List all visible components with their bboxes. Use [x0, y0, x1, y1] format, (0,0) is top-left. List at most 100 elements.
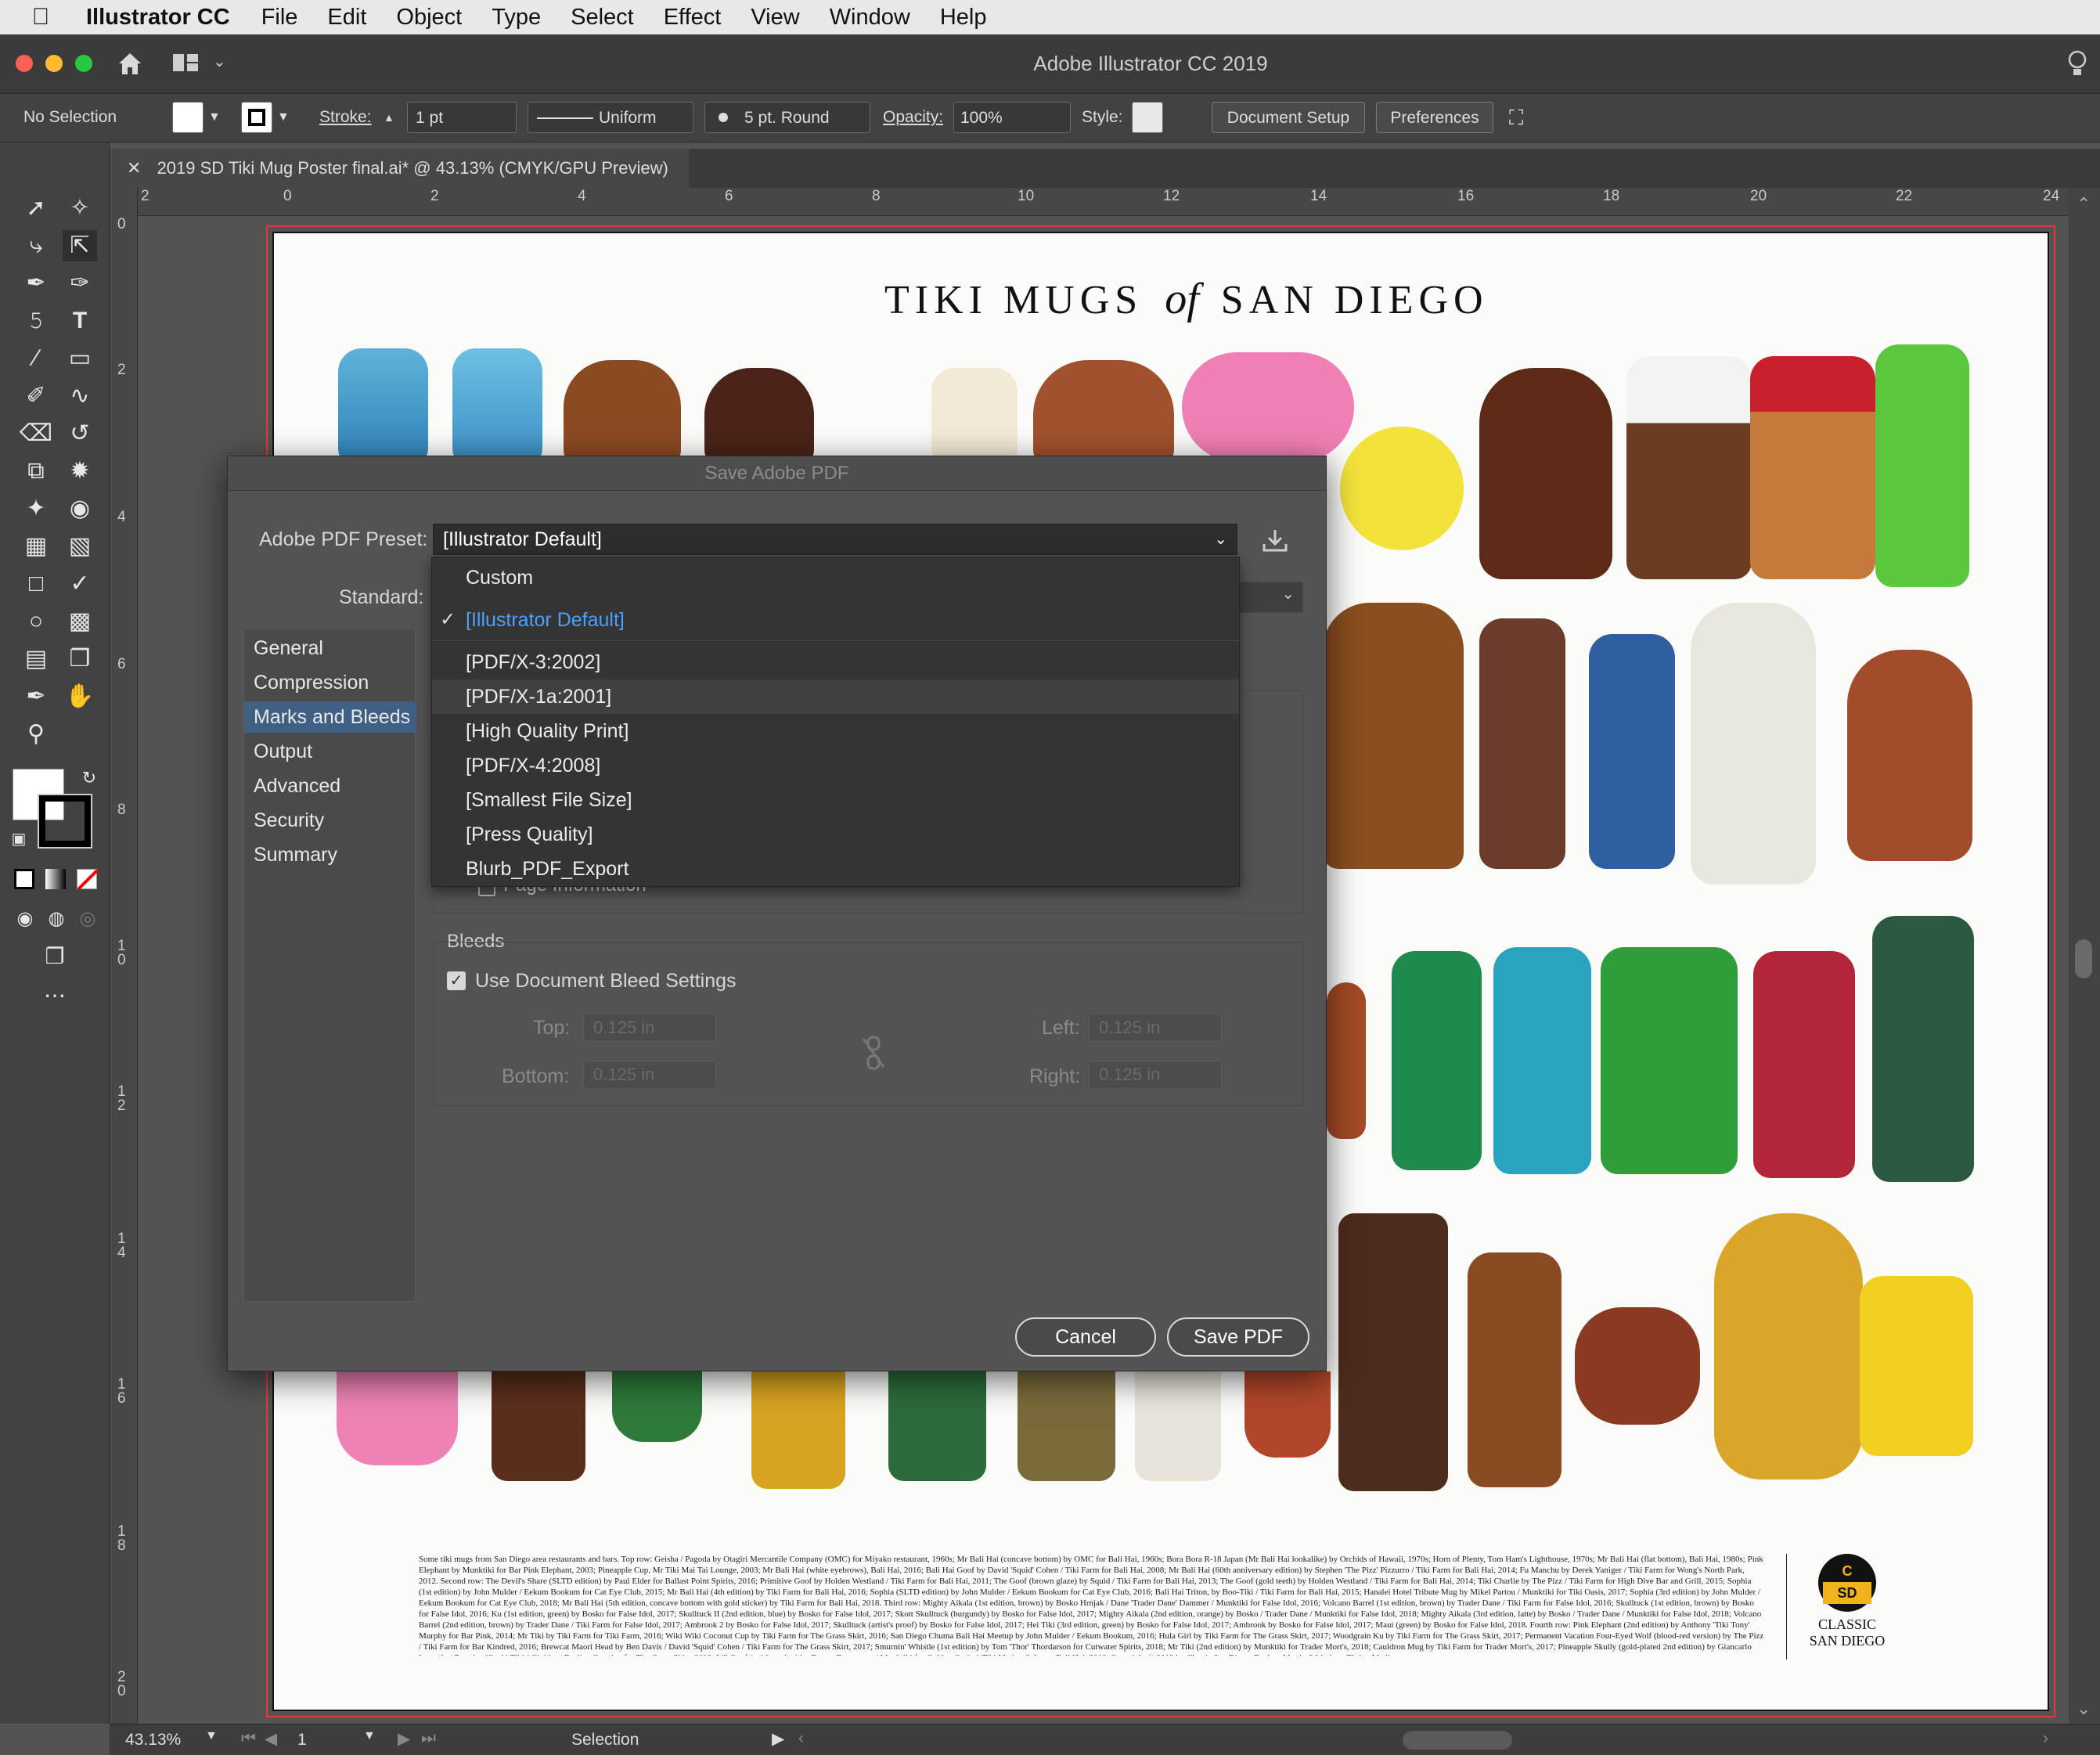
- chevron-down-icon[interactable]: ▼: [363, 1729, 376, 1743]
- graphic-style-swatch[interactable]: [1132, 102, 1163, 133]
- type-on-path-icon[interactable]: 𝟻: [19, 305, 53, 337]
- status-menu-icon[interactable]: ▶: [772, 1729, 784, 1749]
- next-artboard-icon[interactable]: ▶: [398, 1729, 410, 1749]
- pen-tool-icon[interactable]: ✒: [19, 268, 53, 299]
- scrollbar-thumb[interactable]: [2075, 939, 2092, 978]
- preset-option-pdfx3[interactable]: [PDF/X-3:2002]: [432, 645, 1239, 679]
- horizontal-ruler[interactable]: 2 0 2 4 6 8 10 12 14 16 18 20 22 24: [110, 188, 2069, 216]
- width-tool-icon[interactable]: ✹: [63, 456, 97, 487]
- cancel-button[interactable]: Cancel: [1015, 1317, 1156, 1357]
- document-tab[interactable]: ✕ 2019 SD Tiki Mug Poster final.ai* @ 43…: [110, 149, 689, 188]
- gradient-mode-icon[interactable]: [45, 869, 66, 889]
- preset-option-press-quality[interactable]: [Press Quality]: [432, 817, 1239, 852]
- screen-mode-icon[interactable]: ❐: [38, 941, 72, 972]
- magic-wand-icon[interactable]: ✧: [63, 193, 97, 224]
- puppet-warp-icon[interactable]: ✦: [19, 493, 53, 524]
- bleed-bottom-field[interactable]: 0.125 in: [583, 1061, 716, 1089]
- scroll-left-icon[interactable]: ‹: [798, 1729, 804, 1748]
- sidebar-item-advanced[interactable]: Advanced: [244, 770, 416, 802]
- bleed-top-field[interactable]: 0.125 in: [583, 1014, 716, 1042]
- menu-type[interactable]: Type: [492, 5, 541, 31]
- draw-inside-icon[interactable]: ◎: [70, 903, 105, 935]
- vertical-ruler[interactable]: 0 2 4 6 8 10 12 14 16 18 20: [110, 188, 138, 1724]
- stroke-color-swatch[interactable]: [38, 794, 92, 849]
- slice-tool-icon[interactable]: ✒: [19, 681, 53, 712]
- eraser-icon[interactable]: ⌫: [19, 418, 53, 449]
- opacity-label[interactable]: Opacity:: [883, 102, 943, 133]
- link-bleed-icon[interactable]: [862, 1036, 885, 1070]
- sidebar-item-compression[interactable]: Compression: [244, 667, 416, 698]
- sidebar-item-output[interactable]: Output: [244, 736, 416, 767]
- current-tool-status[interactable]: Selection: [571, 1731, 639, 1750]
- paintbrush-icon[interactable]: ✐: [19, 380, 53, 412]
- menu-select[interactable]: Select: [571, 5, 634, 31]
- menu-edit[interactable]: Edit: [327, 5, 366, 31]
- gradient-tool-icon[interactable]: □: [19, 568, 53, 600]
- vertical-scrollbar[interactable]: ⌃ ⌄: [2069, 188, 2100, 1724]
- zoom-tool-icon[interactable]: ⚲: [19, 719, 53, 750]
- preset-option-high-quality-print[interactable]: [High Quality Print]: [432, 714, 1239, 748]
- line-tool-icon[interactable]: ∕: [19, 343, 53, 374]
- preset-option-smallest-file-size[interactable]: [Smallest File Size]: [432, 783, 1239, 817]
- scroll-up-icon[interactable]: ⌃: [2077, 194, 2091, 214]
- scroll-right-icon[interactable]: ›: [2043, 1729, 2048, 1748]
- artboard-tool-icon[interactable]: ❐: [63, 643, 97, 675]
- more-tools-icon[interactable]: ⋯: [38, 980, 72, 1011]
- lightbulb-icon[interactable]: [2066, 49, 2088, 80]
- app-menu[interactable]: Illustrator CC: [86, 5, 230, 31]
- perspective-grid-icon[interactable]: ▦: [19, 531, 53, 562]
- brush-definition[interactable]: 5 pt. Round: [704, 102, 870, 133]
- menu-file[interactable]: File: [261, 5, 298, 31]
- sidebar-item-general[interactable]: General: [244, 632, 416, 664]
- default-colors-icon[interactable]: ▣: [2, 823, 36, 855]
- artboard-number[interactable]: 1: [297, 1731, 307, 1750]
- swap-colors-icon[interactable]: ↻: [72, 762, 106, 794]
- color-mode-icon[interactable]: [14, 869, 34, 889]
- shaper-tool-icon[interactable]: ∿: [63, 380, 97, 412]
- sidebar-item-summary[interactable]: Summary: [244, 839, 416, 870]
- use-document-bleed-checkbox[interactable]: ✓: [447, 971, 466, 990]
- close-tab-icon[interactable]: ✕: [127, 158, 141, 178]
- save-preset-icon[interactable]: [1261, 528, 1289, 553]
- type-tool-icon[interactable]: T: [63, 305, 97, 337]
- direct-selection-tool-icon[interactable]: ⇱: [63, 230, 97, 261]
- preset-option-pdfx4[interactable]: [PDF/X-4:2008]: [432, 748, 1239, 783]
- preset-option-custom[interactable]: Custom: [432, 560, 1239, 595]
- symbol-sprayer-icon[interactable]: ▩: [63, 606, 97, 637]
- preset-option-illustrator-default[interactable]: ✓ [Illustrator Default]: [432, 603, 1239, 637]
- horizontal-scrollbar-thumb[interactable]: [1403, 1731, 1512, 1750]
- column-graph-icon[interactable]: ▤: [19, 643, 53, 675]
- preset-option-blurb-pdf-export[interactable]: Blurb_PDF_Export: [432, 852, 1239, 886]
- align-icon[interactable]: ⛶: [1509, 102, 1523, 133]
- none-mode-icon[interactable]: [76, 868, 99, 892]
- chevron-down-icon[interactable]: ▼: [205, 1729, 218, 1743]
- chevron-down-icon[interactable]: ▼: [277, 102, 290, 133]
- pdf-preset-select[interactable]: [Illustrator Default] ⌄: [433, 524, 1237, 555]
- selection-tool-icon[interactable]: ➚: [19, 193, 53, 224]
- stroke-stepper-icon[interactable]: ▲: [384, 102, 394, 133]
- first-artboard-icon[interactable]: ⏮: [241, 1729, 256, 1748]
- chevron-down-icon[interactable]: ▼: [208, 102, 221, 133]
- preset-option-pdfx1a[interactable]: [PDF/X-1a:2001]: [432, 679, 1239, 714]
- bleed-left-field[interactable]: 0.125 in: [1089, 1014, 1222, 1042]
- menu-help[interactable]: Help: [940, 5, 987, 31]
- stroke-swatch[interactable]: [241, 102, 272, 133]
- rectangle-tool-icon[interactable]: ▭: [63, 343, 97, 374]
- shape-builder-icon[interactable]: ◉: [63, 493, 97, 524]
- opacity-field[interactable]: 100%: [953, 102, 1071, 133]
- draw-behind-icon[interactable]: ◍: [39, 903, 74, 935]
- bleed-right-field[interactable]: 0.125 in: [1089, 1061, 1222, 1089]
- document-setup-button[interactable]: Document Setup: [1212, 102, 1365, 133]
- previous-artboard-icon[interactable]: ◀: [265, 1729, 277, 1749]
- menu-window[interactable]: Window: [830, 5, 910, 31]
- mesh-tool-icon[interactable]: ▧: [63, 531, 97, 562]
- draw-normal-icon[interactable]: ◉: [8, 903, 42, 935]
- menu-object[interactable]: Object: [396, 5, 462, 31]
- hand-tool-icon[interactable]: ✋: [63, 681, 97, 712]
- menu-effect[interactable]: Effect: [664, 5, 722, 31]
- stroke-weight-field[interactable]: 1 pt: [407, 102, 517, 133]
- sidebar-item-security[interactable]: Security: [244, 805, 416, 836]
- last-artboard-icon[interactable]: ⏭: [421, 1729, 436, 1748]
- eyedropper-icon[interactable]: ✓: [63, 568, 97, 600]
- scroll-down-icon[interactable]: ⌄: [2077, 1699, 2091, 1719]
